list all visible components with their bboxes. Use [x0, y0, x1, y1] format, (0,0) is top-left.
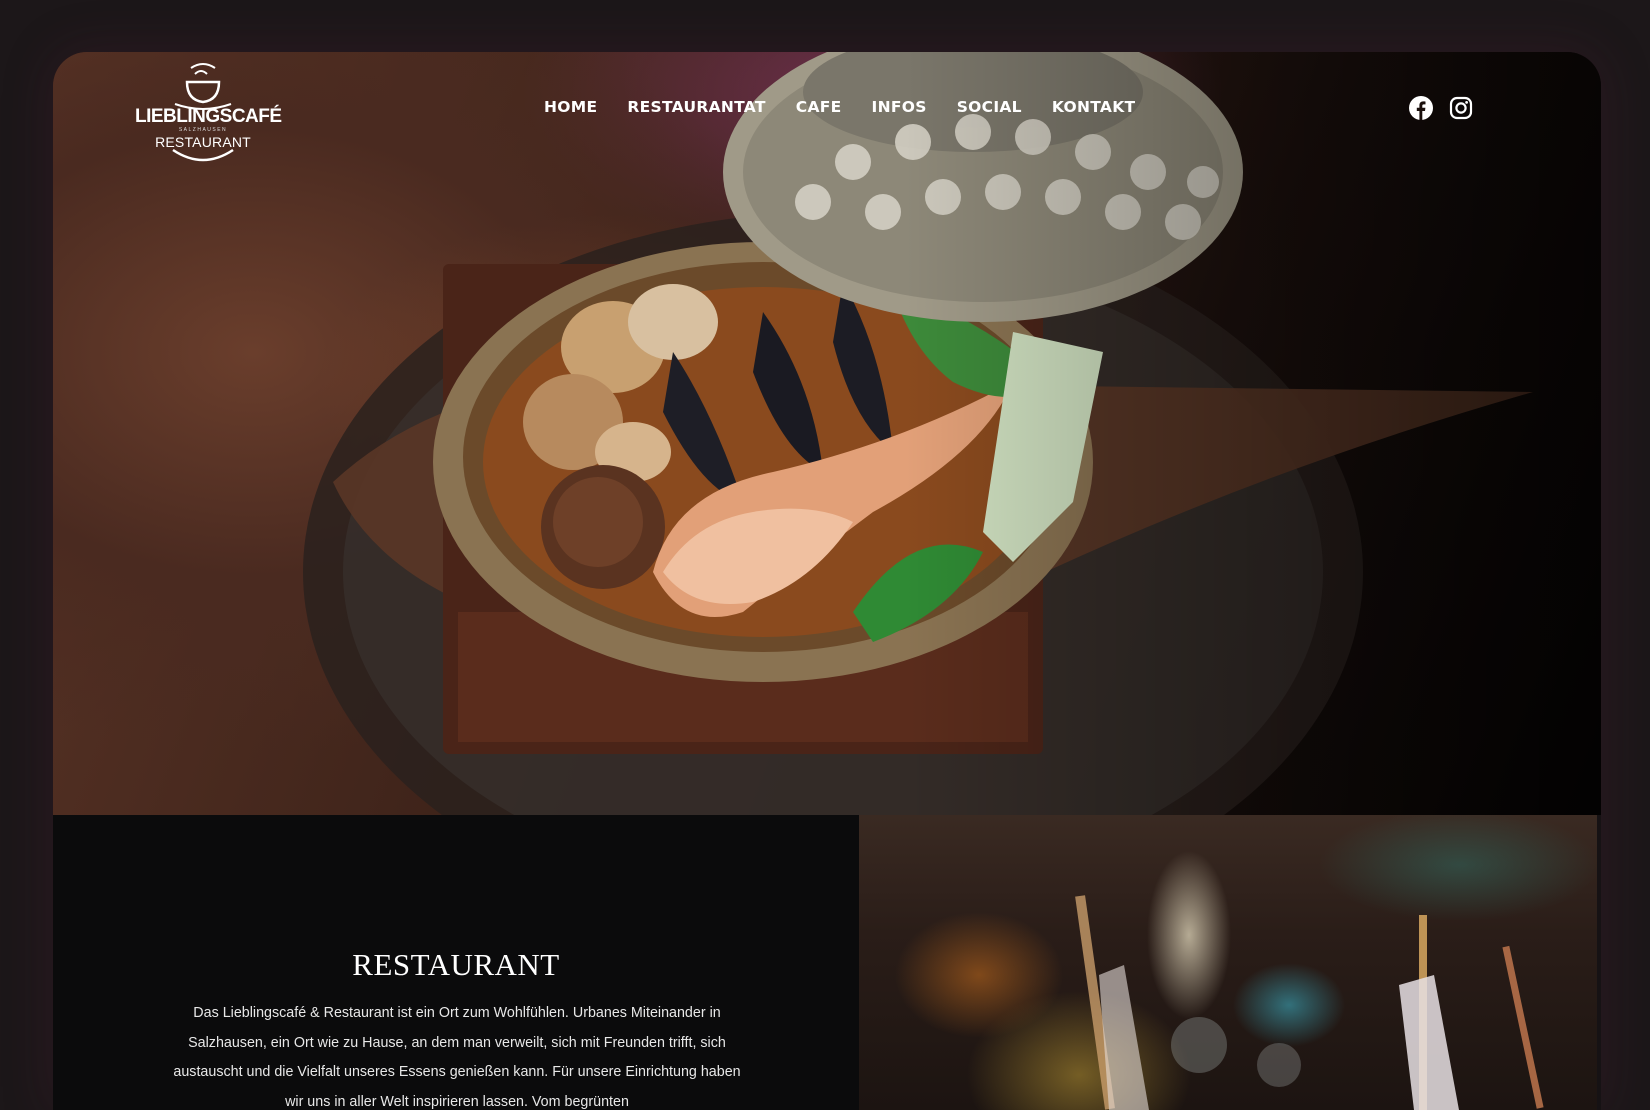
- restaurant-photo: [859, 815, 1597, 1110]
- logo-location: SALZHAUSEN: [178, 127, 228, 133]
- nav-cafe[interactable]: CAFE: [796, 98, 842, 116]
- top-navigation: LIEBLINGSCAFÉ SALZHAUSEN RESTAURANT HOME…: [53, 52, 1601, 182]
- logo-title: LIEBLINGSCAFÉ: [135, 106, 282, 127]
- nav-social[interactable]: SOCIAL: [957, 98, 1022, 116]
- frame-edge: [1597, 815, 1601, 1110]
- logo[interactable]: LIEBLINGSCAFÉ SALZHAUSEN RESTAURANT: [135, 60, 282, 170]
- nav-infos[interactable]: INFOS: [872, 98, 927, 116]
- hero-image: LIEBLINGSCAFÉ SALZHAUSEN RESTAURANT HOME…: [53, 52, 1601, 815]
- social-links: [1409, 96, 1473, 120]
- nav-home[interactable]: HOME: [544, 98, 597, 116]
- main-menu: HOME RESTAURANTAT CAFE INFOS SOCIAL KONT…: [544, 98, 1135, 116]
- section-text: Das Lieblingscafé & Restaurant ist ein O…: [173, 1005, 741, 1110]
- facebook-icon[interactable]: [1409, 96, 1433, 120]
- nav-kontakt[interactable]: KONTAKT: [1052, 98, 1136, 116]
- instagram-icon[interactable]: [1449, 96, 1473, 120]
- page-frame: LIEBLINGSCAFÉ SALZHAUSEN RESTAURANT HOME…: [53, 52, 1601, 1110]
- restaurant-section: RESTAURANT Das Lieblingscafé & Restauran…: [53, 815, 859, 1110]
- section-heading: RESTAURANT: [352, 947, 560, 982]
- nav-restaurant[interactable]: RESTAURANTAT: [627, 98, 765, 116]
- bar-illustration: [1075, 895, 1544, 1110]
- logo-subtitle: RESTAURANT: [155, 134, 251, 150]
